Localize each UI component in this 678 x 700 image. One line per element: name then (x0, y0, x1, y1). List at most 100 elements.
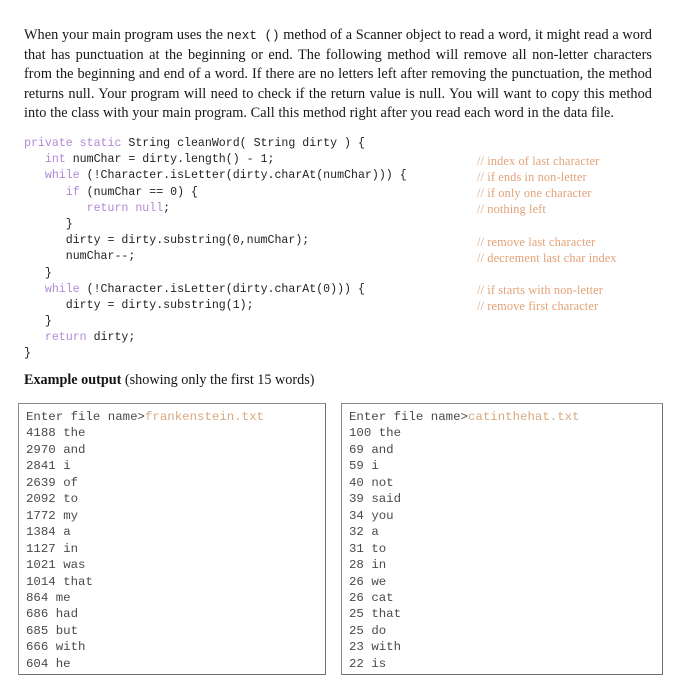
word-count-value: 31 (349, 541, 364, 556)
word-count-row: 2639 of (26, 475, 325, 491)
example-output-heading: Example output (showing only the first 1… (24, 372, 314, 389)
word-count-value: 2092 (26, 492, 56, 507)
word-count-value: 26 (349, 590, 364, 605)
word-count-value: 69 (349, 442, 364, 457)
word-count-row: 69 and (349, 442, 662, 458)
word-count-row: 1127 in (26, 541, 325, 557)
code-keyword: while (44, 282, 80, 296)
code-line: dirty = dirty.substring(0,numChar); // re… (24, 233, 654, 249)
code-line-source: while (!Character.isLetter(dirty.charAt(… (24, 168, 407, 184)
code-line-source: private static String cleanWord( String … (24, 136, 365, 152)
code-keyword: while (44, 169, 80, 183)
word-count-value: 2970 (26, 442, 56, 457)
word-count-row: 34 you (349, 508, 662, 524)
word-count-value: 28 (349, 558, 364, 573)
word-text: and (371, 442, 394, 457)
word-text: my (63, 508, 79, 523)
word-text: and (63, 442, 86, 457)
console-output-box-left: Enter file name>frankenstein.txt 4188 the… (18, 403, 326, 675)
code-line: dirty = dirty.substring(1); // remove fir… (24, 298, 654, 314)
example-output-heading-rest: (showing only the first 15 words) (121, 372, 315, 388)
word-count-row: 4188 the (26, 425, 325, 441)
word-text: that (371, 607, 402, 622)
word-count-value: 1772 (26, 508, 56, 523)
console-entered-filename: catinthehat.txt (467, 410, 580, 424)
word-text: you (371, 508, 394, 523)
console-entered-filename: frankenstein.txt (144, 410, 264, 424)
code-text: numChar = dirty.length() - 1; (65, 153, 275, 167)
word-count-row: 1014 that (26, 574, 325, 590)
word-text: me (55, 590, 71, 605)
code-line: if (numChar == 0) {// if only one charac… (24, 185, 654, 201)
word-count-value: 25 (349, 607, 364, 622)
word-count-row: 28 in (349, 557, 662, 573)
word-text: in (63, 541, 79, 556)
code-line: numChar--; // decrement last char index (24, 249, 654, 265)
word-count-value: 32 (349, 525, 364, 540)
code-comment: // if ends in non-letter (477, 169, 587, 184)
code-line-source: dirty = dirty.substring(0,numChar); (24, 233, 310, 249)
code-keyword: private static (24, 137, 122, 150)
word-count-row: 40 not (349, 475, 662, 491)
word-text: with (55, 640, 86, 655)
word-count-row: 59 i (349, 458, 662, 474)
code-line: return dirty; (24, 330, 654, 346)
word-count-value: 34 (349, 508, 364, 523)
word-count-row: 864 me (26, 590, 325, 606)
word-text: said (371, 492, 402, 507)
word-count-row: 604 he (26, 656, 325, 672)
code-line-source: } (24, 217, 73, 233)
code-text: (!Character.isLetter(dirty.charAt(0))) { (79, 282, 365, 296)
word-text: a (371, 525, 379, 540)
word-text: i (63, 459, 71, 474)
word-count-row: 25 that (349, 606, 662, 622)
word-text: he (55, 656, 71, 671)
word-count-value: 685 (26, 623, 49, 638)
word-text: in (371, 558, 387, 573)
code-comment: // remove last character (477, 234, 596, 249)
code-comment: // nothing left (477, 202, 546, 217)
word-text: had (55, 607, 79, 622)
word-count-value: 1014 (26, 574, 56, 589)
word-count-value: 26 (349, 574, 364, 589)
word-count-value: 59 (349, 459, 364, 474)
word-text: the (378, 426, 402, 441)
example-output-heading-bold: Example output (24, 372, 122, 388)
code-comment: // decrement last char index (477, 250, 617, 265)
code-line: } (24, 314, 654, 330)
word-count-row: 1772 my (26, 508, 325, 524)
word-text: we (371, 574, 387, 589)
code-line-source: return null; (24, 201, 171, 217)
code-comment: // index of last character (477, 153, 600, 168)
code-text: } (24, 347, 31, 361)
word-count-row: 32 a (349, 524, 662, 540)
code-line: int numChar = dirty.length() - 1; // inde… (24, 152, 654, 168)
code-line: } (24, 217, 654, 233)
word-count-row: 26 we (349, 574, 662, 590)
intro-inline-code-next: next () (226, 29, 280, 44)
word-count-value: 100 (349, 426, 372, 441)
word-count-value: 686 (26, 607, 49, 622)
word-count-row: 2841 i (26, 458, 325, 474)
intro-paragraph: When your main program uses the next () … (24, 26, 652, 122)
word-count-row: 22 is (349, 656, 662, 672)
word-text: that (63, 574, 93, 589)
word-count-value: 4188 (26, 426, 56, 441)
word-count-value: 2841 (26, 459, 56, 474)
code-text: numChar--; (65, 250, 136, 264)
code-text: (!Character.isLetter(dirty.charAt(numCha… (79, 169, 407, 183)
word-count-value: 23 (349, 640, 364, 655)
word-text: do (371, 623, 387, 638)
word-count-value: 2639 (26, 475, 56, 490)
word-text: to (63, 492, 79, 507)
word-count-value: 1021 (26, 558, 56, 573)
word-count-value: 22 (349, 656, 364, 671)
word-count-row: 23 with (349, 639, 662, 655)
word-count-value: 39 (349, 492, 364, 507)
code-line-source: } (24, 266, 52, 282)
word-count-row: 26 cat (349, 590, 662, 606)
word-count-value: 666 (26, 640, 49, 655)
code-line-source: } (24, 314, 52, 330)
code-text: ; (163, 201, 171, 215)
code-keyword: if (65, 185, 80, 199)
